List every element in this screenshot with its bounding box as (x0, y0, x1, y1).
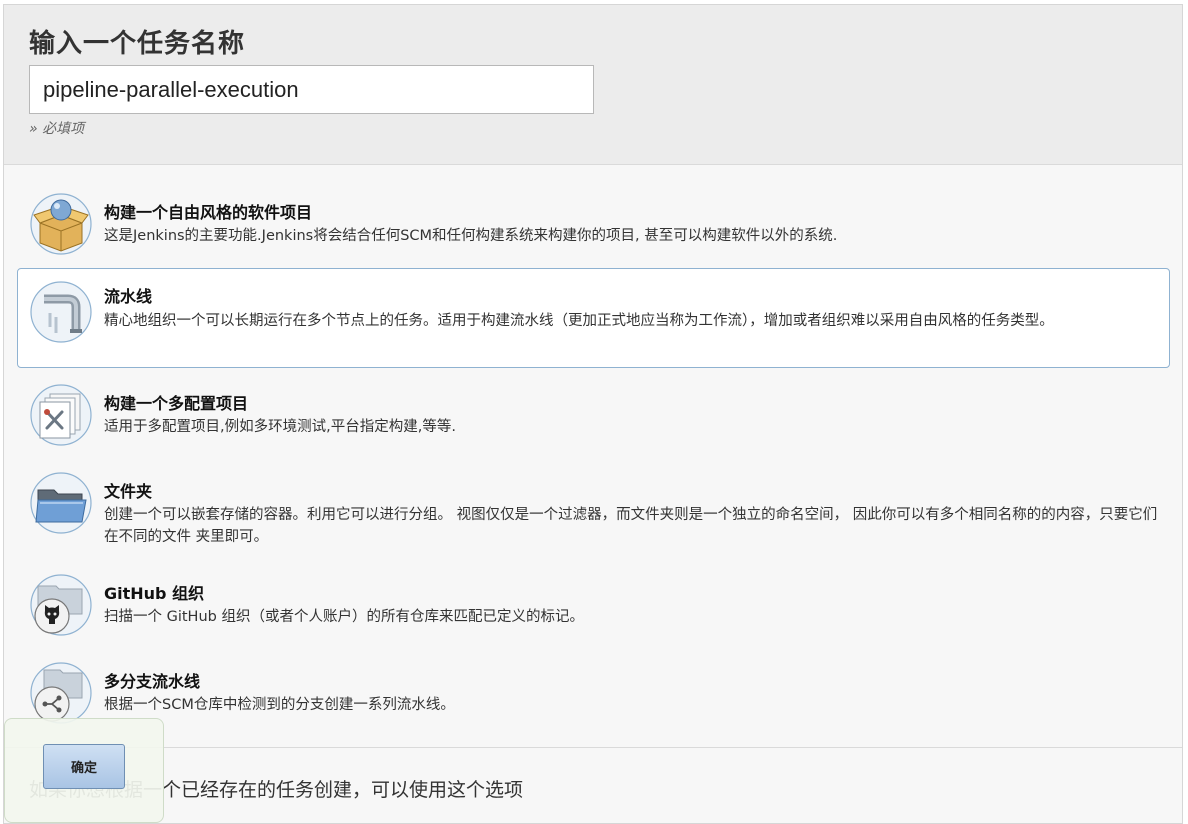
item-type-multi-config[interactable]: 构建一个多配置项目 适用于多配置项目,例如多环境测试,平台指定构建,等等. (17, 373, 1170, 455)
page-title: 输入一个任务名称 (29, 29, 246, 59)
item-type-folder[interactable]: 文件夹 创建一个可以嵌套存储的容器。利用它可以进行分组。 视图仅仅是一个过滤器，… (17, 461, 1170, 561)
multibranch-pipeline-icon (30, 662, 92, 724)
item-name: GitHub 组织 (104, 584, 205, 603)
multi-config-icon (30, 384, 92, 446)
ok-button-bar: 确定 (4, 718, 164, 823)
item-name: 多分支流水线 (104, 672, 201, 691)
item-desc: 扫描一个 GitHub 组织（或者个人账户）的所有仓库来匹配已定义的标记。 (104, 609, 584, 625)
required-note: » 必填项 (29, 121, 85, 137)
ok-button[interactable]: 确定 (43, 744, 125, 789)
item-name-input[interactable] (29, 65, 594, 114)
item-name: 构建一个自由风格的软件项目 (104, 203, 313, 222)
item-desc: 这是Jenkins的主要功能.Jenkins将会结合任何SCM和任何构建系统来构… (104, 228, 838, 244)
item-type-freestyle[interactable]: 构建一个自由风格的软件项目 这是Jenkins的主要功能.Jenkins将会结合… (17, 185, 1170, 265)
item-type-github-org[interactable]: GitHub 组织 扫描一个 GitHub 组织（或者个人账户）的所有仓库来匹配… (17, 565, 1170, 647)
pipeline-icon (30, 281, 92, 343)
item-type-pipeline[interactable]: 流水线 精心地组织一个可以长期运行在多个节点上的任务。适用于构建流水线（更加正式… (17, 268, 1170, 368)
item-name-section: 输入一个任务名称 » 必填项 (4, 5, 1182, 165)
item-name: 流水线 (104, 287, 153, 306)
new-item-panel: 输入一个任务名称 » 必填项 构建一个自由风格的软件项目 这是Jenkins的主… (3, 4, 1183, 824)
item-desc: 根据一个SCM仓库中检测到的分支创建一系列流水线。 (104, 697, 455, 713)
github-org-icon (30, 574, 92, 636)
folder-icon (30, 472, 92, 534)
item-name: 文件夹 (104, 482, 153, 501)
item-desc: 适用于多配置项目,例如多环境测试,平台指定构建,等等. (104, 419, 456, 435)
item-type-multibranch-pipeline[interactable]: 多分支流水线 根据一个SCM仓库中检测到的分支创建一系列流水线。 (17, 653, 1170, 739)
item-desc: 精心地组织一个可以长期运行在多个节点上的任务。适用于构建流水线（更加正式地应当称… (104, 313, 1054, 329)
item-name: 构建一个多配置项目 (104, 394, 249, 413)
section-divider (4, 747, 1182, 748)
freestyle-box-icon (30, 193, 92, 255)
item-desc: 创建一个可以嵌套存储的容器。利用它可以进行分组。 视图仅仅是一个过滤器，而文件夹… (104, 507, 1158, 545)
